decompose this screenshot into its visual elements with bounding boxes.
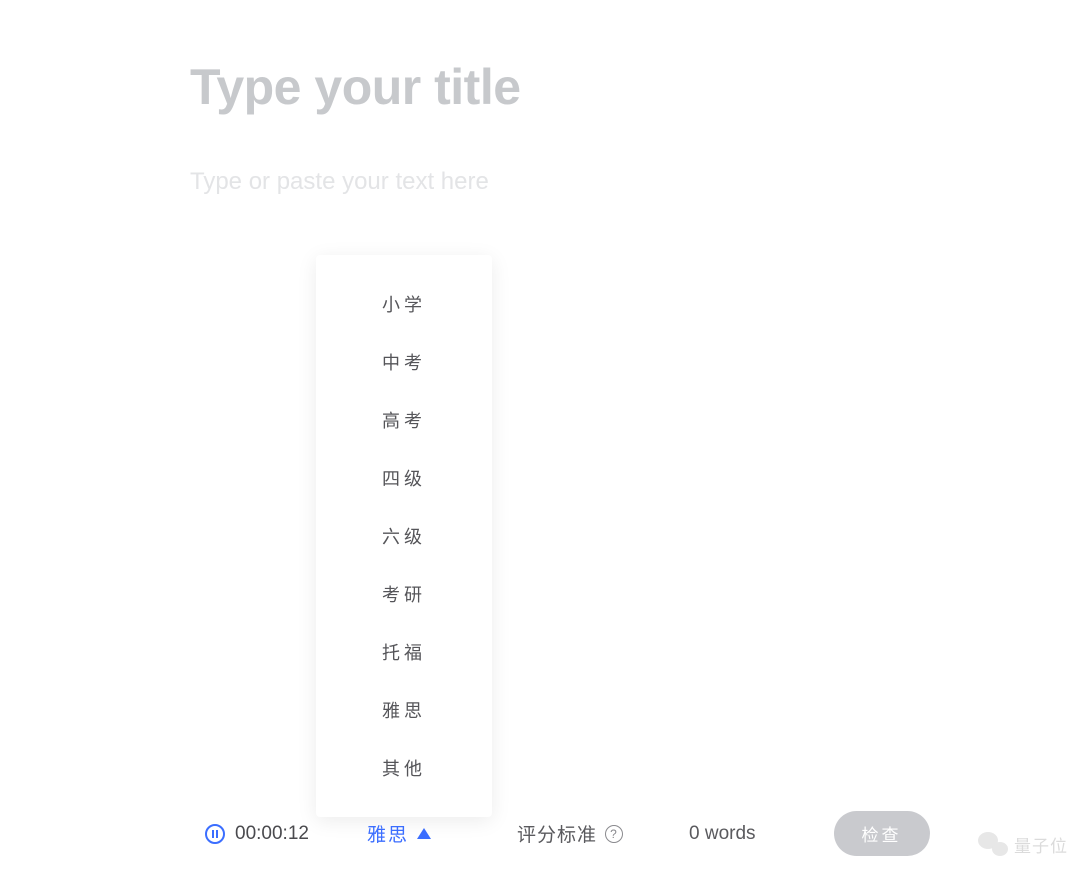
- dropdown-item-cet4[interactable]: 四级: [316, 449, 492, 507]
- dropdown-item-primary[interactable]: 小学: [316, 275, 492, 333]
- help-icon: ?: [605, 825, 623, 843]
- level-selector[interactable]: 雅思: [367, 820, 431, 847]
- dropdown-item-cet6[interactable]: 六级: [316, 507, 492, 565]
- check-button[interactable]: 检查: [834, 811, 930, 856]
- editor-area: [0, 0, 1080, 201]
- title-input[interactable]: [190, 58, 890, 116]
- bottom-bar: 00:00:12 雅思 评分标准 ? 0 words 检查: [0, 811, 1080, 856]
- body-input[interactable]: [190, 168, 890, 196]
- watermark-text: 量子位: [1014, 832, 1068, 857]
- timer-group: 00:00:12: [205, 823, 309, 845]
- pause-icon[interactable]: [205, 824, 225, 844]
- dropdown-item-zhongkao[interactable]: 中考: [316, 333, 492, 391]
- criteria-label: 评分标准: [517, 820, 597, 847]
- timer-text: 00:00:12: [235, 823, 309, 845]
- dropdown-item-gaokao[interactable]: 高考: [316, 391, 492, 449]
- dropdown-item-other[interactable]: 其他: [316, 739, 492, 797]
- dropdown-item-kaoyan[interactable]: 考研: [316, 565, 492, 623]
- criteria-link[interactable]: 评分标准 ?: [517, 820, 623, 847]
- level-dropdown-menu: 小学 中考 高考 四级 六级 考研 托福 雅思 其他: [316, 255, 492, 817]
- dropdown-item-ielts[interactable]: 雅思: [316, 681, 492, 739]
- selected-level-label: 雅思: [367, 820, 409, 847]
- watermark: 量子位: [978, 830, 1068, 858]
- word-count: 0 words: [689, 823, 756, 845]
- triangle-up-icon: [417, 828, 431, 839]
- wechat-icon: [978, 830, 1008, 858]
- dropdown-item-toefl[interactable]: 托福: [316, 623, 492, 681]
